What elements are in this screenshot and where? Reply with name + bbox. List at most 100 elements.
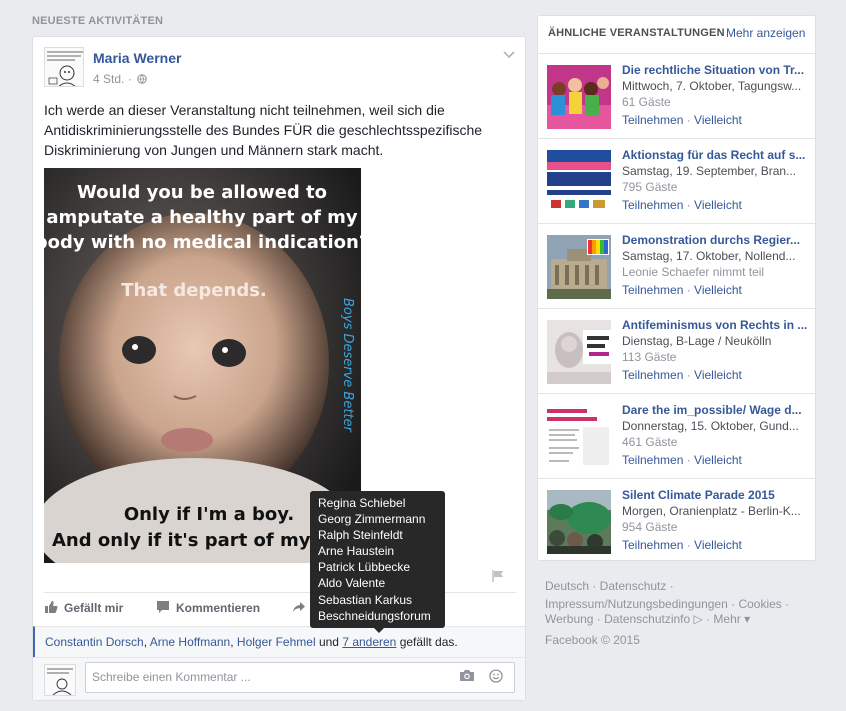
event-thumbnail[interactable] [547,490,611,554]
page-footer: Deutsch · Datenschutz · Impressum/Nutzun… [545,579,815,648]
comment-button[interactable]: Kommentieren [156,600,260,615]
event-date: Samstag, 17. Oktober, Nollend... [622,249,796,263]
event-guests: 461 Gäste [622,435,678,449]
event-date: Samstag, 19. September, Bran... [622,164,797,178]
event-join-link[interactable]: Teilnehmen [622,453,683,467]
tooltip-name: Aldo Valente [318,576,386,591]
image-caption-line: Would you be allowed to [77,182,327,203]
like-button[interactable]: Gefällt mir [44,600,123,615]
image-caption-line: Only if I'm a boy. [124,504,294,525]
event-item: Demonstration durchs Regier... Samstag, … [538,223,815,308]
event-maybe-link[interactable]: Vielleicht [694,453,742,467]
activity-post: Maria Werner 4 Std. · Ich werde an diese… [32,36,526,701]
tooltip-name: Patrick Lübbecke [318,560,411,575]
event-actions: Teilnehmen · Vielleicht [622,453,742,467]
event-title[interactable]: Aktionstag für das Recht auf s... [622,148,808,162]
share-button[interactable] [292,600,312,615]
comment-placeholder: Schreibe einen Kommentar ... [92,670,251,684]
event-thumbnail[interactable] [547,150,611,214]
event-thumbnail[interactable] [547,405,611,469]
post-options-chevron-icon[interactable] [503,47,515,62]
event-title[interactable]: Demonstration durchs Regier... [622,233,808,247]
event-guests: Leonie Schaefer nimmt teil [622,265,765,279]
likes-separator: , [230,635,237,649]
likers-tooltip: Regina Schiebel Georg Zimmermann Ralph S… [310,491,445,633]
image-caption-line: amputate a healthy part of my [46,207,358,228]
event-thumbnail[interactable] [547,235,611,299]
likes-and: und [315,635,343,649]
image-caption-line: body with no medical indication? [44,232,361,253]
camera-icon[interactable] [459,669,475,685]
event-actions: Teilnehmen · Vielleicht [622,283,742,297]
share-icon [293,602,305,612]
event-join-link[interactable]: Teilnehmen [622,113,683,127]
event-item: Die rechtliche Situation von Tr... Mittw… [538,53,815,138]
event-join-link[interactable]: Teilnehmen [622,538,683,552]
events-heading: ÄHNLICHE VERANSTALTUNGEN [548,27,725,39]
event-actions: Teilnehmen · Vielleicht [622,198,742,212]
event-date: Mittwoch, 7. Oktober, Tagungsw... [622,79,802,93]
timestamp-text[interactable]: 4 Std. · [93,72,132,86]
event-title[interactable]: Dare the im_possible/ Wage d... [622,403,808,417]
footer-links-line[interactable]: Impressum/Nutzungsbedingungen · Cookies … [545,597,815,612]
event-actions: Teilnehmen · Vielleicht [622,538,742,552]
likes-suffix: gefällt das. [396,635,458,649]
user-avatar[interactable] [44,664,76,696]
image-caption-line: That depends. [121,280,267,301]
tooltip-name: Beschneidungsforum [318,608,431,623]
event-maybe-link[interactable]: Vielleicht [694,113,742,127]
feed-section-title: NEUESTE AKTIVITÄTEN [32,15,164,27]
event-title[interactable]: Antifeminismus von Rechts in ... [622,318,808,332]
event-guests: 61 Gäste [622,95,671,109]
tooltip-name: Arne Haustein [318,544,395,559]
comment-input[interactable]: Schreibe einen Kommentar ... [85,662,515,693]
footer-links-line[interactable]: Deutsch · Datenschutz · [545,579,815,594]
author-name[interactable]: Maria Werner [93,50,181,66]
event-thumbnail[interactable] [547,320,611,384]
emoji-icon[interactable] [489,669,503,686]
event-date: Dienstag, B-Lage / Neukölln [622,334,772,348]
event-maybe-link[interactable]: Vielleicht [694,538,742,552]
comment-icon [157,601,169,613]
comment-label: Kommentieren [176,601,261,615]
tooltip-name: Ralph Steinfeldt [318,528,403,543]
event-maybe-link[interactable]: Vielleicht [694,283,742,297]
thumbs-up-icon [45,601,58,613]
event-title[interactable]: Die rechtliche Situation von Tr... [622,63,808,77]
events-show-more-link[interactable]: Mehr anzeigen [726,26,805,40]
event-guests: 954 Gäste [622,520,678,534]
comment-composer: Schreibe einen Kommentar ... [33,657,525,700]
tooltip-name: Georg Zimmermann [318,512,426,527]
event-actions: Teilnehmen · Vielleicht [622,368,742,382]
event-date: Morgen, Oranienplatz - Berlin-K... [622,504,801,518]
event-join-link[interactable]: Teilnehmen [622,368,683,382]
tooltip-name: Sebastian Karkus [318,592,413,607]
event-item: Antifeminismus von Rechts in ... Diensta… [538,308,815,393]
likes-summary: Constantin Dorsch, Arne Hoffmann, Holger… [33,626,525,657]
actions-divider [44,592,516,593]
event-join-link[interactable]: Teilnehmen [622,283,683,297]
event-maybe-link[interactable]: Vielleicht [694,368,742,382]
event-thumbnail[interactable] [547,65,611,129]
liker-link[interactable]: Arne Hoffmann [150,635,231,649]
event-join-link[interactable]: Teilnehmen [622,198,683,212]
event-guests: 795 Gäste [622,180,678,194]
event-item: Aktionstag für das Recht auf s... Samsta… [538,138,815,223]
likes-others-link[interactable]: 7 anderen [342,635,396,649]
event-maybe-link[interactable]: Vielleicht [694,198,742,212]
event-actions: Teilnehmen · Vielleicht [622,113,742,127]
post-text: Ich werde an dieser Veranstaltung nicht … [44,102,483,158]
event-guests: 113 Gäste [622,350,677,364]
event-title[interactable]: Silent Climate Parade 2015 [622,488,808,502]
author-avatar[interactable] [44,47,84,87]
footer-copyright: Facebook © 2015 [545,633,640,647]
globe-icon [137,74,147,84]
event-date: Donnerstag, 15. Oktober, Gund... [622,419,799,433]
liker-link[interactable]: Holger Fehmel [237,635,316,649]
similar-events-panel: ÄHNLICHE VERANSTALTUNGEN Mehr anzeigen D… [537,15,816,561]
event-item: Silent Climate Parade 2015 Morgen, Orani… [538,478,815,563]
post-timestamp[interactable]: 4 Std. · [93,72,147,86]
footer-links-line[interactable]: Werbung · Datenschutzinfo ▷ · Mehr ▾ [545,612,815,627]
flag-icon[interactable] [491,569,505,583]
liker-link[interactable]: Constantin Dorsch [45,635,144,649]
